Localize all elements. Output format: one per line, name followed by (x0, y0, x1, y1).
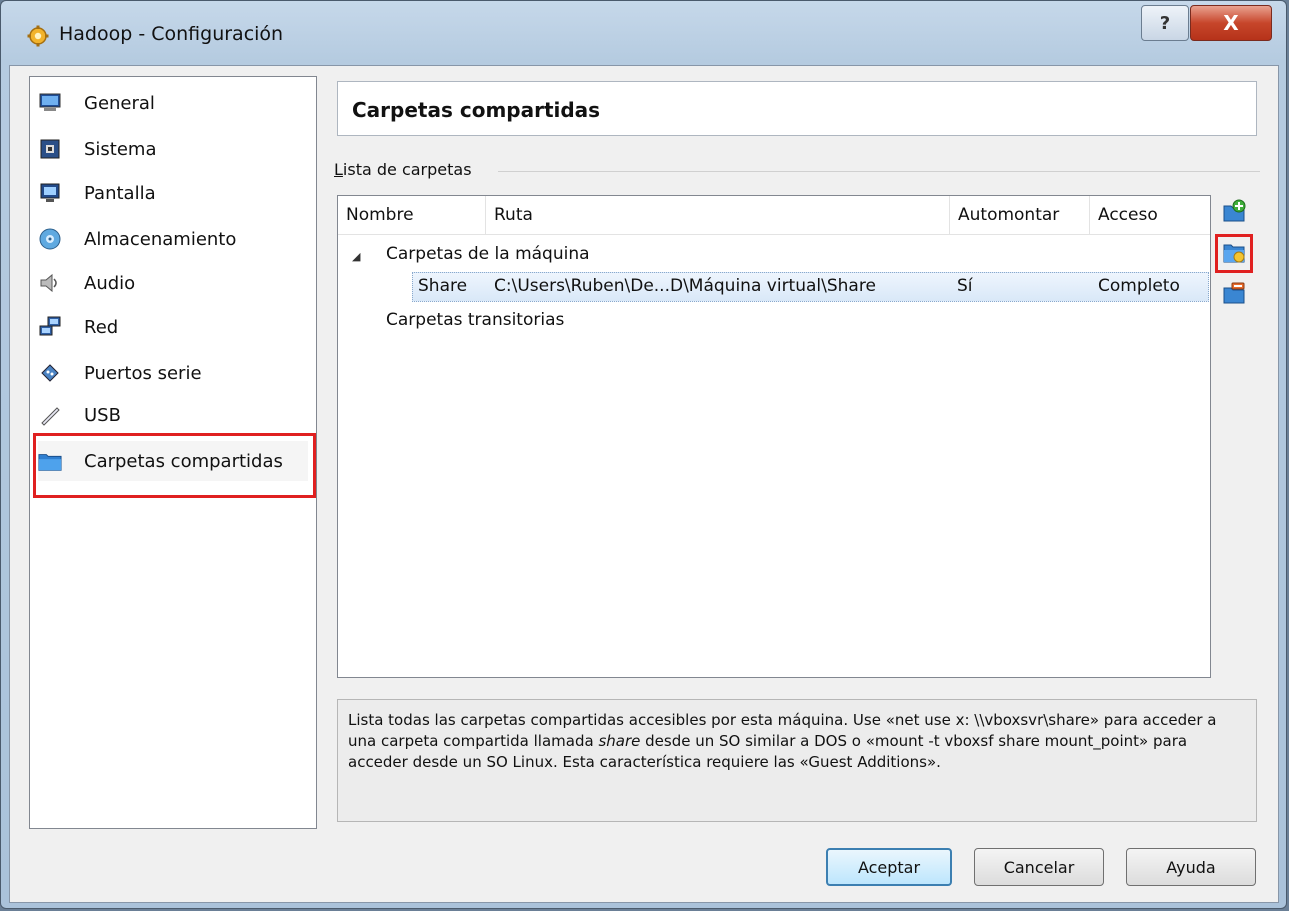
column-header-ruta[interactable]: Ruta (486, 196, 950, 234)
disk-icon (38, 227, 62, 251)
window-title: Hadoop - Configuración (59, 23, 284, 45)
gear-icon (27, 25, 49, 47)
column-header-nombre[interactable]: Nombre (338, 196, 486, 234)
sidebar-item-label: Almacenamiento (84, 228, 237, 250)
sidebar-item-label: Sistema (84, 138, 157, 160)
cell-name: Share (418, 276, 468, 296)
title-bar[interactable]: Hadoop - Configuración ? X (1, 1, 1286, 63)
page-title: Carpetas compartidas (352, 98, 601, 122)
cell-access: Completo (1098, 276, 1180, 296)
sidebar-item-sistema[interactable]: Sistema (38, 129, 308, 169)
sidebar-item-label: Red (84, 316, 119, 338)
sidebar-item-label: Audio (84, 272, 136, 294)
cancel-button[interactable]: Cancelar (974, 848, 1104, 886)
serial-port-icon (38, 361, 62, 385)
monitor-icon (38, 91, 62, 115)
cell-automount: Sí (957, 276, 973, 296)
page-header: Carpetas compartidas (337, 81, 1257, 136)
group-row-transient-folders[interactable]: Carpetas transitorias (386, 310, 564, 330)
sidebar-item-usb[interactable]: USB (38, 395, 308, 435)
network-icon (38, 315, 62, 339)
speaker-icon (38, 271, 62, 295)
folder-list-label: Lista de carpetas (334, 160, 472, 179)
sidebar-item-label: Pantalla (84, 182, 156, 204)
ok-button[interactable]: Aceptar (826, 848, 952, 886)
motherboard-icon (38, 137, 62, 161)
add-folder-button[interactable] (1220, 199, 1248, 227)
sidebar-item-red[interactable]: Red (38, 307, 308, 347)
help-button[interactable]: Ayuda (1126, 848, 1256, 886)
accelerator-l: L (334, 160, 343, 179)
sidebar-item-almacenamiento[interactable]: Almacenamiento (38, 219, 308, 259)
expand-caret-icon[interactable]: ◢ (352, 250, 360, 263)
usb-icon (38, 403, 62, 427)
close-button[interactable]: X (1190, 5, 1272, 41)
cell-path: C:\Users\Ruben\De...D\Máquina virtual\Sh… (494, 276, 876, 296)
shared-folders-table[interactable]: Nombre Ruta Automontar Acceso ◢ Carpetas… (337, 195, 1211, 678)
add-folder-icon (1222, 199, 1246, 227)
sidebar-item-label: General (84, 92, 155, 114)
folder-list-label-rest: ista de carpetas (342, 160, 472, 179)
remove-folder-icon (1222, 281, 1246, 309)
sidebar-item-puertos-serie[interactable]: Puertos serie (38, 353, 308, 393)
edit-button-highlight-box (1215, 234, 1253, 273)
group-separator (498, 171, 1260, 172)
sidebar-item-pantalla[interactable]: Pantalla (38, 173, 308, 213)
remove-folder-button[interactable] (1220, 281, 1248, 309)
description-text: Lista todas las carpetas compartidas acc… (337, 699, 1257, 822)
column-header-automontar[interactable]: Automontar (950, 196, 1090, 234)
sidebar-item-label: USB (84, 404, 121, 426)
display-icon (38, 181, 62, 205)
sidebar-item-label: Puertos serie (84, 362, 202, 384)
group-row-machine-folders[interactable]: Carpetas de la máquina (386, 244, 590, 264)
sidebar-item-general[interactable]: General (38, 83, 308, 123)
column-header-acceso[interactable]: Acceso (1090, 196, 1210, 234)
sidebar-item-audio[interactable]: Audio (38, 263, 308, 303)
description-emphasis: share (598, 732, 641, 750)
help-caption-button[interactable]: ? (1141, 5, 1189, 41)
sidebar-highlight-box (33, 433, 316, 498)
